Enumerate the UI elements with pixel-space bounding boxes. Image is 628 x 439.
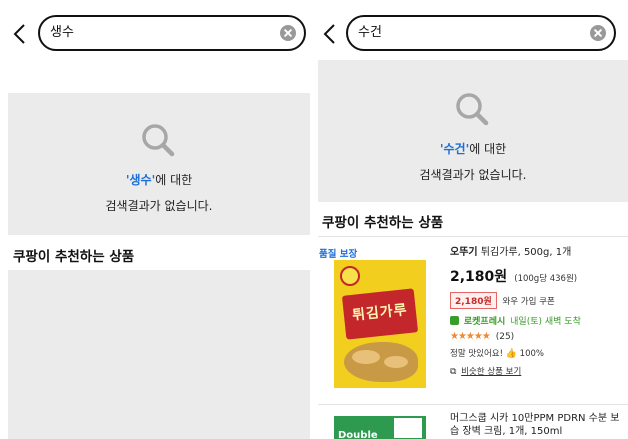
no-result-message: '수건'에 대한: [318, 140, 628, 157]
search-bar: 생수: [0, 15, 310, 53]
search-keyword: '생수': [125, 173, 156, 187]
clear-icon[interactable]: [280, 25, 296, 41]
package-label: 튀김가루: [341, 288, 419, 340]
quality-badge: 품질 보장: [319, 249, 358, 260]
product-image[interactable]: Double: [334, 416, 426, 439]
rating-row: ★★★★★ (25): [450, 331, 628, 342]
star-rating-icon: ★★★★★: [450, 331, 491, 342]
product-title: 튀김가루, 500g, 1개: [477, 247, 572, 258]
product-image[interactable]: 튀김가루: [334, 260, 426, 388]
recommend-title: 쿠팡이 추천하는 상품: [322, 215, 444, 231]
left-screen: 생수 '생수'에 대한 검색결과가 없습니다. 쿠팡이 추천하는 상품: [0, 0, 310, 439]
review-count: (25): [495, 332, 515, 342]
back-arrow-icon[interactable]: [320, 21, 340, 47]
price-row: 2,180원 (100g당 436원): [450, 266, 628, 286]
package-title: 튀김가루: [351, 302, 409, 324]
no-result-box: '생수'에 대한 검색결과가 없습니다.: [8, 93, 310, 235]
search-input-value: 수건: [358, 25, 382, 40]
recommend-placeholder: [8, 270, 310, 439]
recommend-title: 쿠팡이 추천하는 상품: [13, 249, 135, 265]
delivery-info: 내일(토) 새벽 도착: [510, 317, 581, 327]
taste-row: 정말 맛있어요! 👍 100%: [450, 347, 628, 359]
divider: [318, 404, 628, 405]
coupon-price-badge: 2,180원: [450, 292, 497, 309]
delivery-row: 로켓프레시 내일(토) 새벽 도착: [450, 314, 628, 327]
product-name[interactable]: 오뚜기 튀김가루, 500g, 1개: [450, 246, 628, 260]
food-image: [384, 356, 408, 368]
no-result-box: '수건'에 대한 검색결과가 없습니다.: [318, 60, 628, 202]
no-result-text: 검색결과가 없습니다.: [419, 168, 527, 182]
search-input[interactable]: 수건: [346, 15, 616, 51]
taste-text: 정말 맛있어요!: [450, 349, 504, 359]
clear-icon[interactable]: [590, 25, 606, 41]
product-price: 2,180원: [450, 269, 508, 285]
delivery-label: 로켓프레시: [463, 317, 506, 327]
unit-price: (100g당 436원): [514, 274, 578, 284]
similar-icon: ⧉: [450, 367, 457, 377]
no-result-suffix: 에 대한: [469, 142, 507, 156]
coupon-row: 2,180원 와우 가입 쿠폰: [450, 292, 628, 309]
similar-products-label: 비슷한 상품 보기: [461, 367, 522, 377]
back-arrow-icon[interactable]: [10, 21, 30, 47]
product-card[interactable]: Double 머그스쿱 시카 10만PPM PDRN 수분 보습 장벽 크림, …: [318, 411, 628, 439]
brand-logo: [340, 266, 360, 286]
search-input-value: 생수: [50, 25, 74, 40]
product-name[interactable]: 머그스쿱 시카 10만PPM PDRN 수분 보습 장벽 크림, 1개, 150…: [450, 412, 628, 438]
search-bar: 수건: [318, 15, 628, 53]
no-result-suffix: 에 대한: [155, 173, 193, 187]
similar-products-link[interactable]: ⧉ 비슷한 상품 보기: [450, 365, 628, 377]
no-result-text: 검색결과가 없습니다.: [105, 199, 213, 213]
rocket-icon: [450, 316, 459, 325]
search-icon: [456, 93, 489, 126]
right-screen: 수건 '수건'에 대한 검색결과가 없습니다. 쿠팡이 추천하는 상품 품질 보…: [318, 0, 628, 439]
search-input[interactable]: 생수: [38, 15, 306, 51]
coupon-text: 와우 가입 쿠폰: [502, 297, 555, 307]
food-image: [352, 350, 380, 364]
package-text: Double: [338, 430, 378, 439]
package-tag: [394, 418, 422, 438]
product-card[interactable]: 품질 보장 튀김가루 오뚜기 튀김가루, 500g, 1개 2,180원 (10…: [318, 246, 628, 404]
product-info: 오뚜기 튀김가루, 500g, 1개 2,180원 (100g당 436원) 2…: [450, 246, 628, 377]
taste-percent: 100%: [519, 349, 544, 359]
search-keyword: '수건': [439, 142, 470, 156]
no-result-message: '생수'에 대한: [8, 171, 310, 188]
thumbs-up-icon: 👍: [505, 349, 517, 359]
product-brand: 오뚜기: [450, 247, 478, 258]
divider: [318, 236, 628, 237]
search-icon: [142, 124, 175, 157]
